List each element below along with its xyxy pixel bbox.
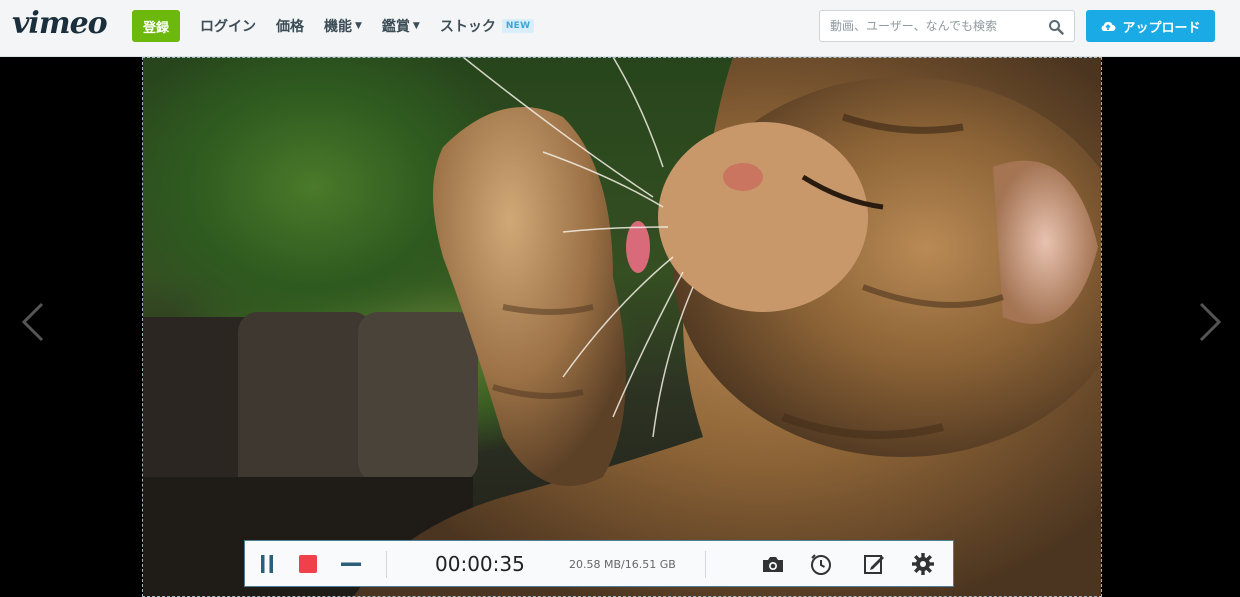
nav-features[interactable]: 機能 ▼ <box>324 16 362 36</box>
nav-features-label: 機能 <box>324 19 352 35</box>
nav-stock[interactable]: ストック NEW <box>440 16 535 36</box>
cat-video-frame <box>143 57 1101 597</box>
minimize-button[interactable] <box>338 551 364 577</box>
minimize-icon <box>341 562 361 566</box>
previous-arrow-icon[interactable] <box>18 300 48 344</box>
camera-icon <box>763 557 783 572</box>
nav-stock-label: ストック <box>439 19 496 35</box>
vimeo-logo[interactable]: vimeo <box>12 6 108 42</box>
clock-icon <box>811 554 831 575</box>
main-nav: ログイン 価格 機能 ▼ 鑑賞 ▼ ストック NEW <box>200 0 554 52</box>
screen-recorder-toolbar: 00:00:35 20.58 MB/16.51 GB <box>244 540 954 587</box>
stop-icon <box>299 555 317 573</box>
nav-pricing-label: 価格 <box>276 19 304 35</box>
gear-icon <box>912 553 934 575</box>
search-box <box>819 10 1075 42</box>
toolbar-divider <box>386 551 387 578</box>
upload-button[interactable]: アップロード <box>1086 10 1215 42</box>
edit-icon <box>864 555 884 574</box>
upload-label: アップロード <box>1122 20 1201 36</box>
pause-icon <box>261 555 273 573</box>
next-arrow-icon[interactable] <box>1195 300 1225 344</box>
chevron-down-icon: ▼ <box>412 21 420 31</box>
recording-size: 20.58 MB/16.51 GB <box>569 558 676 571</box>
nav-login[interactable]: ログイン <box>200 16 256 36</box>
settings-button[interactable] <box>910 551 936 577</box>
video-stage <box>0 57 1240 597</box>
stop-button[interactable] <box>295 551 321 577</box>
nav-watch-label: 鑑賞 <box>381 19 410 35</box>
search-icon[interactable] <box>1048 19 1064 35</box>
screenshot-button[interactable] <box>760 551 786 577</box>
nav-login-label: ログイン <box>200 19 256 35</box>
new-badge: NEW <box>501 19 535 33</box>
chevron-down-icon: ▼ <box>355 21 362 31</box>
toolbar-divider <box>705 551 706 578</box>
cloud-upload-icon <box>1102 21 1116 31</box>
pause-button[interactable] <box>254 551 280 577</box>
video-player[interactable] <box>143 57 1101 597</box>
schedule-button[interactable] <box>808 551 834 577</box>
top-navbar: vimeo 登録 ログイン 価格 機能 ▼ 鑑賞 ▼ ストック NEW 動画、ユ… <box>0 0 1240 57</box>
recording-timer: 00:00:35 <box>435 552 525 576</box>
annotate-button[interactable] <box>861 551 887 577</box>
search-input[interactable] <box>820 11 1040 41</box>
nav-watch[interactable]: 鑑賞 ▼ <box>382 16 420 36</box>
nav-pricing[interactable]: 価格 <box>276 16 304 36</box>
join-button[interactable]: 登録 <box>132 10 180 42</box>
